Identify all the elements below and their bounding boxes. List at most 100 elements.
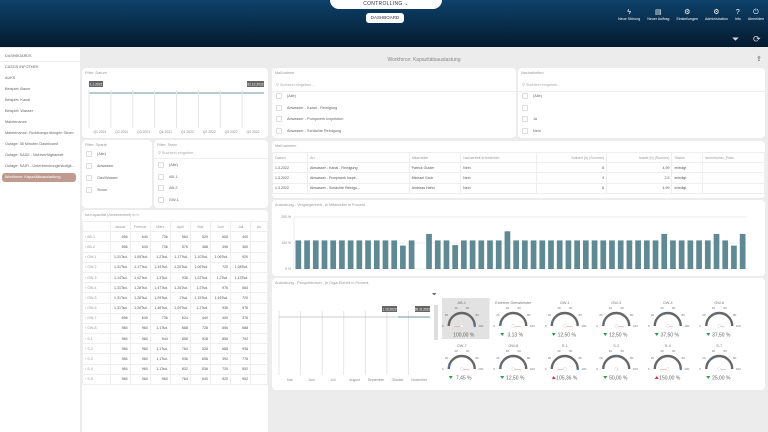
checkbox[interactable] — [276, 93, 282, 99]
sidebar-item[interactable]: CASOS INFOTHEK — [5, 65, 39, 69]
checkbox[interactable] — [276, 116, 282, 123]
bar[interactable] — [443, 240, 450, 269]
column-header[interactable]: Mai — [189, 220, 211, 233]
column-header[interactable]: Art — [307, 151, 410, 164]
share-icon[interactable]: ⇪ — [756, 55, 762, 63]
bar[interactable] — [600, 240, 607, 269]
bar[interactable] — [556, 240, 563, 269]
checkbox-option[interactable]: Abwasser - Schächte Reinigung — [276, 128, 341, 135]
tool-bolt[interactable]: ϟ Neue Störung — [618, 9, 640, 21]
checkbox[interactable] — [86, 175, 92, 181]
table-row[interactable]: › AB-2 656 640 736 576 488 496 360 — [82, 241, 268, 253]
checkbox[interactable] — [522, 104, 528, 111]
line-chart[interactable]: Mai Juni Juli August September Oktober Novembe… — [272, 278, 440, 390]
checkbox-option[interactable]: Abwasser - Pumpwerk Inspektion — [276, 116, 343, 123]
sidebar-item[interactable]: Beispiel: Wasser — [5, 109, 33, 113]
sidebar-item[interactable]: AUKS — [5, 76, 15, 80]
sidebar-item[interactable]: Maintenance: Funktionsprüfungen Strom — [5, 131, 74, 135]
checkbox-option[interactable]: GW-1 — [158, 196, 179, 203]
table-row[interactable]: › GW-4 1,31Tsd. 1,28Tsd. 1,47Tsd. 1,25Tsd. 1,… — [82, 282, 268, 294]
checkbox[interactable] — [86, 151, 92, 157]
gauge[interactable]: AB-102040 6080100100,00 % — [442, 298, 490, 339]
bar[interactable] — [513, 240, 519, 269]
bar[interactable] — [617, 240, 624, 269]
column-header[interactable]: Mitarbeiter — [408, 151, 462, 164]
gauge[interactable]: GW-4 0 20 40 60 80 100 37,50 % — [648, 301, 690, 339]
bar[interactable] — [539, 240, 546, 269]
checkbox-option[interactable]: Abwasser — [86, 163, 114, 169]
column-header[interactable]: Status — [671, 151, 704, 164]
nacharbeiten-search-input[interactable]: ⚲ Suchtext eingeben... — [522, 82, 560, 87]
bar[interactable] — [365, 240, 371, 269]
checkbox[interactable] — [276, 104, 282, 111]
table-row[interactable]: › GW-8 984 960 1,1Tsd. 688 728 656 688 — [82, 322, 268, 335]
bar[interactable] — [661, 233, 668, 269]
bar[interactable] — [731, 245, 737, 269]
checkbox[interactable] — [522, 93, 528, 99]
checkbox-option[interactable]: (Alle) — [158, 162, 178, 168]
bar[interactable] — [400, 245, 406, 269]
gauge[interactable]: Externer Dienstleister 0 20 40 60 80 100 3,13 % — [493, 301, 535, 339]
bar[interactable] — [478, 240, 485, 269]
bar[interactable] — [339, 240, 345, 269]
gauge[interactable]: GW-7 0 20 40 60 80 100 7,45 % — [442, 344, 484, 382]
bar[interactable] — [574, 240, 580, 269]
module-selector[interactable]: CONTROLLING ⌄ — [330, 0, 442, 9]
table-row[interactable]: 1.3.2022 Abwasser - Pumpwerk Inspe... Mich… — [272, 172, 765, 184]
checkbox[interactable] — [158, 173, 164, 180]
bar[interactable] — [635, 240, 641, 269]
gauge[interactable]: GW-1 0 20 40 60 80 100 12,50 % — [545, 301, 587, 339]
table-row[interactable]: › S-5 984 960 960 784 640 520 952 — [82, 373, 268, 386]
tool-question[interactable]: ? Info — [735, 9, 741, 21]
column-header[interactable]: Januar — [109, 220, 131, 233]
table-row[interactable]: › GW-2 1,31Tsd. 1,17Tsd. 1,34Tsd. 1,25Tsd. 1,… — [82, 261, 268, 273]
sidebar-item[interactable]: Maintenance — [5, 120, 27, 124]
gauge[interactable]: GW-3 0 20 40 60 80 100 12,50 % — [596, 301, 638, 339]
checkbox-option[interactable] — [522, 104, 533, 111]
bar[interactable] — [469, 240, 476, 269]
bar[interactable] — [626, 240, 633, 269]
bar[interactable] — [452, 245, 459, 269]
checkbox-option[interactable]: Ja — [522, 116, 537, 123]
column-header[interactable]: Nacharbeit erforderlich — [460, 151, 538, 164]
checkbox-option[interactable]: AB-2 — [158, 185, 177, 191]
table-row[interactable]: › AB-1 656 640 736 584 520 608 400 — [82, 231, 268, 243]
table-row[interactable]: › S-4 984 960 1,1Tsd. 832 536 720 552 — [82, 363, 268, 375]
checkbox[interactable] — [86, 163, 92, 169]
scrollbar[interactable] — [434, 305, 438, 340]
bar[interactable] — [522, 240, 528, 269]
column-header[interactable]: Juni — [209, 220, 232, 233]
sidebar-item[interactable]: Outage: SAIFI - Unterbrechungshäufigk... — [5, 164, 75, 168]
sidebar-item[interactable]: Workforce: Kapazitätsauslastung — [2, 173, 76, 182]
bar[interactable] — [713, 233, 720, 269]
date-range-slider[interactable]: Q1 2021 Q2 2021 Q3 2021 Q4 2021 Q1 2022 Q2 20… — [82, 68, 268, 138]
table-row[interactable]: › GW-3 1,14Tsd. 1,02Tsd. 1,3Tsd. 936 1,22Tsd.… — [82, 271, 268, 284]
checkbox-option[interactable]: (Alle) — [522, 93, 542, 99]
checkbox[interactable] — [158, 185, 164, 191]
checkbox-option[interactable]: (Alle) — [276, 93, 296, 99]
table-row[interactable]: 1.3.2022 Abwasser - Schächte Reinigu... An… — [272, 182, 765, 194]
checkbox-option[interactable]: Gas/Wasser — [86, 175, 118, 181]
checkbox-option[interactable]: Nein — [522, 128, 541, 135]
bar[interactable] — [382, 240, 389, 269]
table-row[interactable]: › GW-7 656 640 736 624 440 400 376 — [82, 312, 268, 324]
refresh-icon[interactable]: ⟳ — [753, 34, 761, 45]
bar[interactable] — [652, 240, 659, 269]
bar[interactable] — [347, 240, 354, 269]
bar[interactable] — [548, 240, 554, 269]
checkbox[interactable] — [158, 196, 164, 203]
checkbox[interactable] — [276, 128, 282, 135]
bar[interactable] — [495, 240, 502, 269]
table-row[interactable]: › S-3 984 960 1,1Tsd. 936 656 392 776 — [82, 353, 268, 365]
bar[interactable] — [696, 240, 702, 269]
team-search-input[interactable]: ⚲ Suchtext eingeben... — [158, 150, 196, 155]
table-row[interactable]: › GW-1 1,31Tsd. 1,08Tsd. 1,2Tsd. 1,17Tsd. 1,1… — [82, 251, 268, 263]
checkbox[interactable] — [522, 116, 528, 123]
column-header[interactable]: Juli — [230, 220, 252, 233]
bar[interactable] — [330, 240, 337, 269]
column-header[interactable] — [82, 220, 111, 233]
bar[interactable] — [678, 240, 685, 269]
table-row[interactable]: › GW-5 1,31Tsd. 1,28Tsd. 1,29Tsd. 1Tsd. 1,15T… — [82, 292, 268, 304]
bar[interactable] — [670, 240, 676, 269]
sidebar-item[interactable]: Outage: 38 Minuten Dashboard — [5, 142, 58, 146]
